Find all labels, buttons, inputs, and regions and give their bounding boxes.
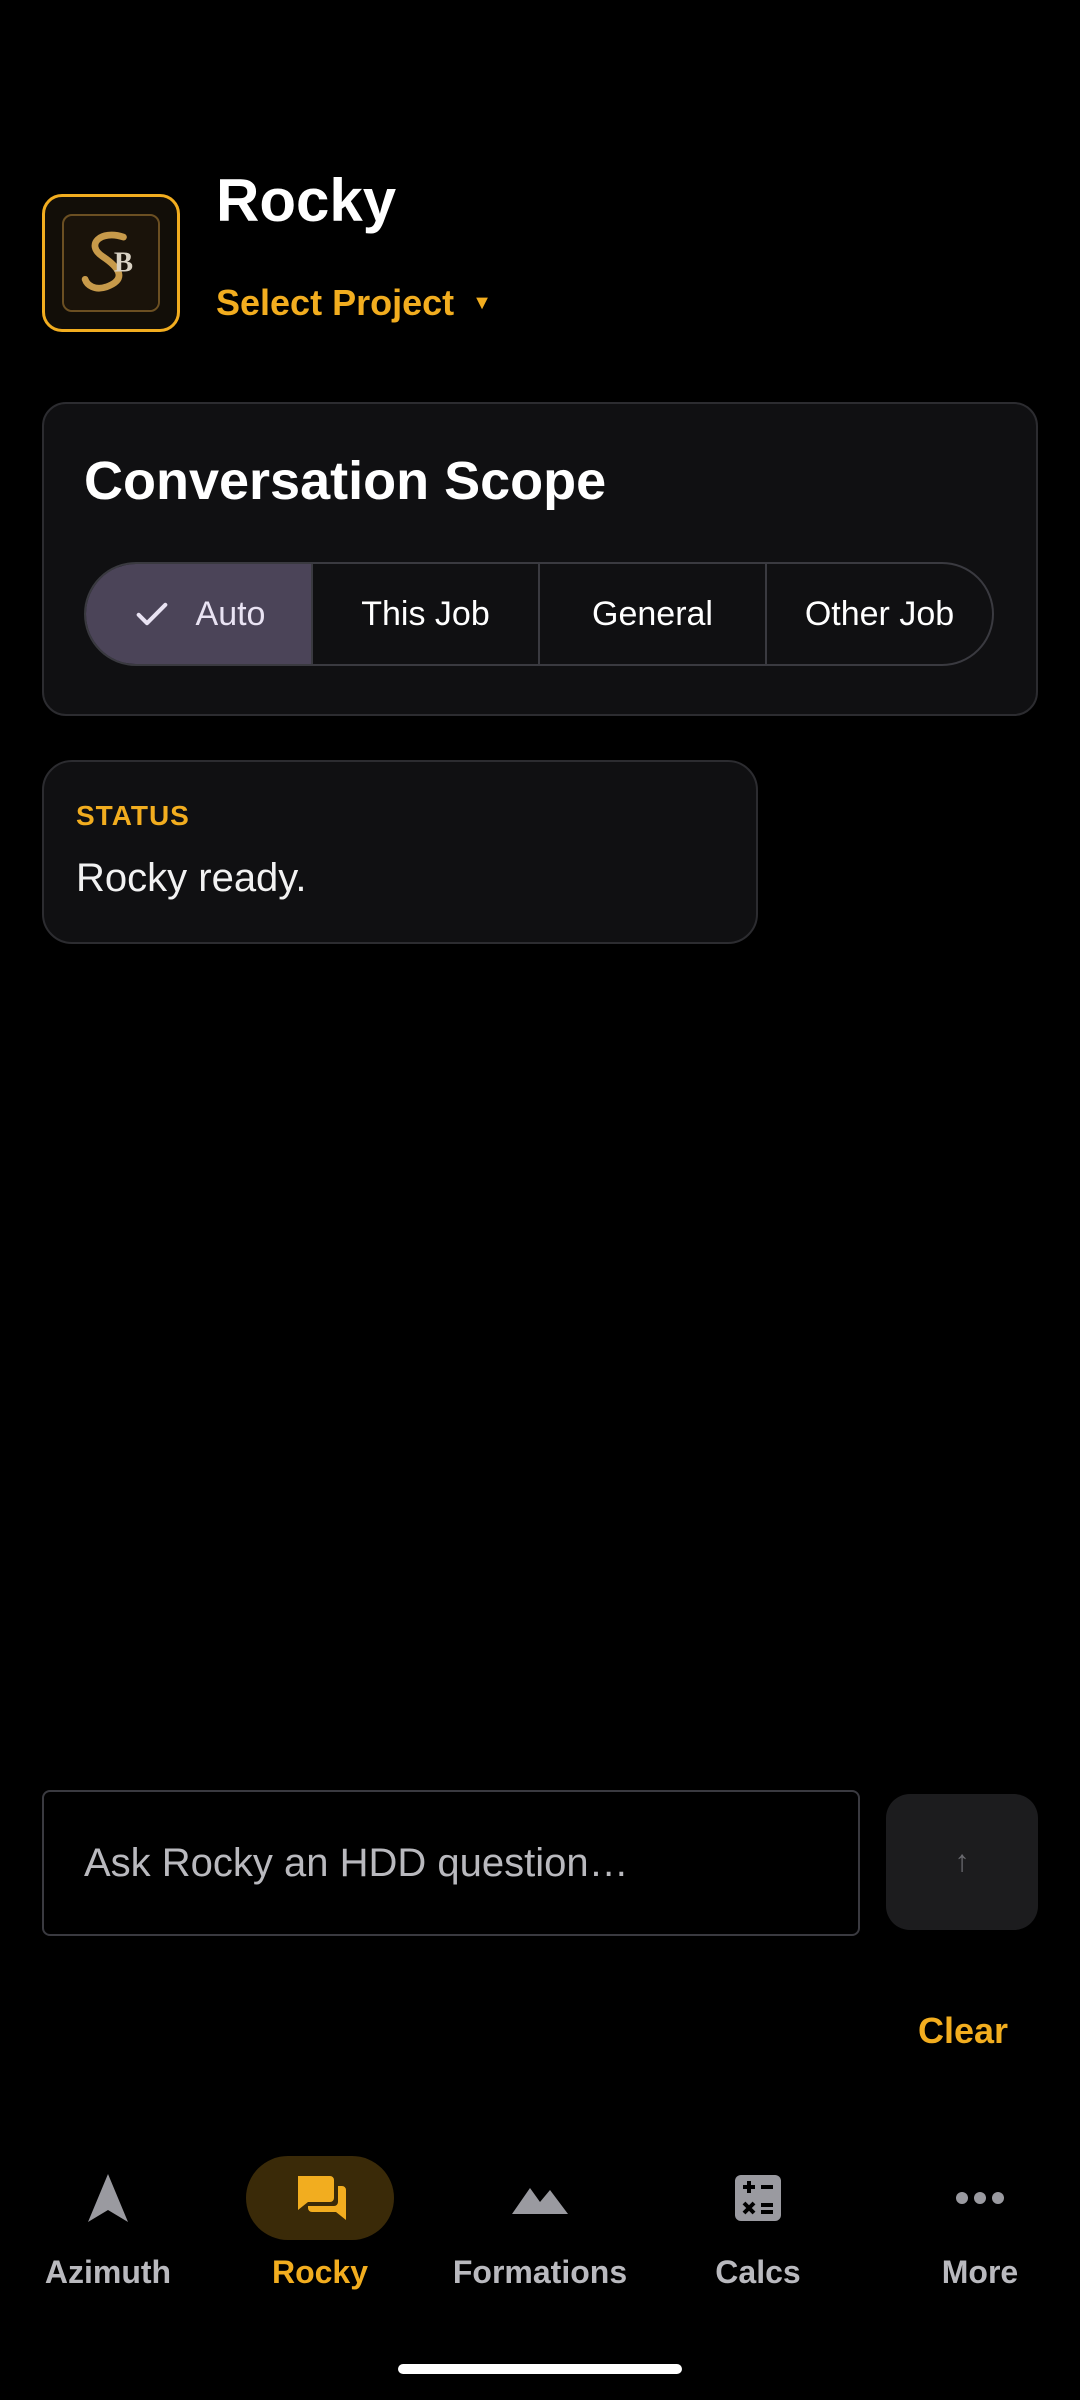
scope-option-other-job[interactable]: Other Job <box>767 564 992 664</box>
svg-text:B: B <box>114 247 133 279</box>
nav-label: More <box>941 2254 1019 2290</box>
clear-button[interactable]: Clear <box>918 2010 1008 2052</box>
question-input[interactable] <box>42 1790 860 1936</box>
nav-label: Azimuth <box>44 2254 172 2290</box>
nav-icon-container <box>906 2156 1054 2240</box>
scope-option-label: Auto <box>195 594 266 633</box>
calculator-icon <box>735 2175 781 2221</box>
scope-option-this-job[interactable]: This Job <box>313 564 540 664</box>
chat-icon <box>298 2176 346 2220</box>
nav-label: Rocky <box>271 2254 369 2290</box>
send-button[interactable]: ↑ <box>886 1794 1038 1930</box>
nav-label: Calcs <box>715 2254 801 2290</box>
nav-icon-container <box>246 2156 394 2240</box>
home-indicator[interactable] <box>398 2364 682 2374</box>
check-icon <box>132 594 172 634</box>
nav-label: Formations <box>452 2254 628 2290</box>
conversation-scope-card: Conversation Scope Auto This Job General… <box>42 402 1038 716</box>
scope-option-label: This Job <box>361 594 490 633</box>
bottom-navigation: Azimuth Rocky Formations Calcs More <box>0 2140 1080 2340</box>
nav-icon-container <box>684 2156 832 2240</box>
nav-item-rocky[interactable]: Rocky <box>212 2140 428 2310</box>
project-select[interactable]: Select Project ▼ <box>216 282 492 324</box>
scope-option-auto[interactable]: Auto <box>86 564 313 664</box>
scope-option-label: General <box>592 594 713 633</box>
nav-icon-container <box>34 2156 182 2240</box>
scope-option-general[interactable]: General <box>540 564 767 664</box>
project-select-label: Select Project <box>216 282 455 323</box>
navigation-arrow-icon <box>88 2174 128 2222</box>
app-title: Rocky <box>216 167 397 234</box>
nav-item-formations[interactable]: Formations <box>432 2140 648 2310</box>
app-logo: B <box>42 194 180 332</box>
mountain-icon <box>512 2188 568 2214</box>
scope-option-label: Other Job <box>804 594 955 633</box>
scope-segmented-control: Auto This Job General Other Job <box>84 562 994 666</box>
status-label: STATUS <box>76 800 190 831</box>
sb-logo-icon: B <box>62 214 160 312</box>
more-horizontal-icon <box>956 2192 1004 2204</box>
nav-item-azimuth[interactable]: Azimuth <box>0 2140 216 2310</box>
status-text: Rocky ready. <box>76 856 307 900</box>
nav-icon-container <box>466 2156 614 2240</box>
scope-title: Conversation Scope <box>84 451 607 511</box>
send-arrow-icon: ↑ <box>954 1845 970 1878</box>
caret-down-icon: ▼ <box>472 291 492 314</box>
nav-item-calcs[interactable]: Calcs <box>650 2140 866 2310</box>
nav-item-more[interactable]: More <box>872 2140 1080 2310</box>
status-message-card: STATUS Rocky ready. <box>42 760 758 944</box>
